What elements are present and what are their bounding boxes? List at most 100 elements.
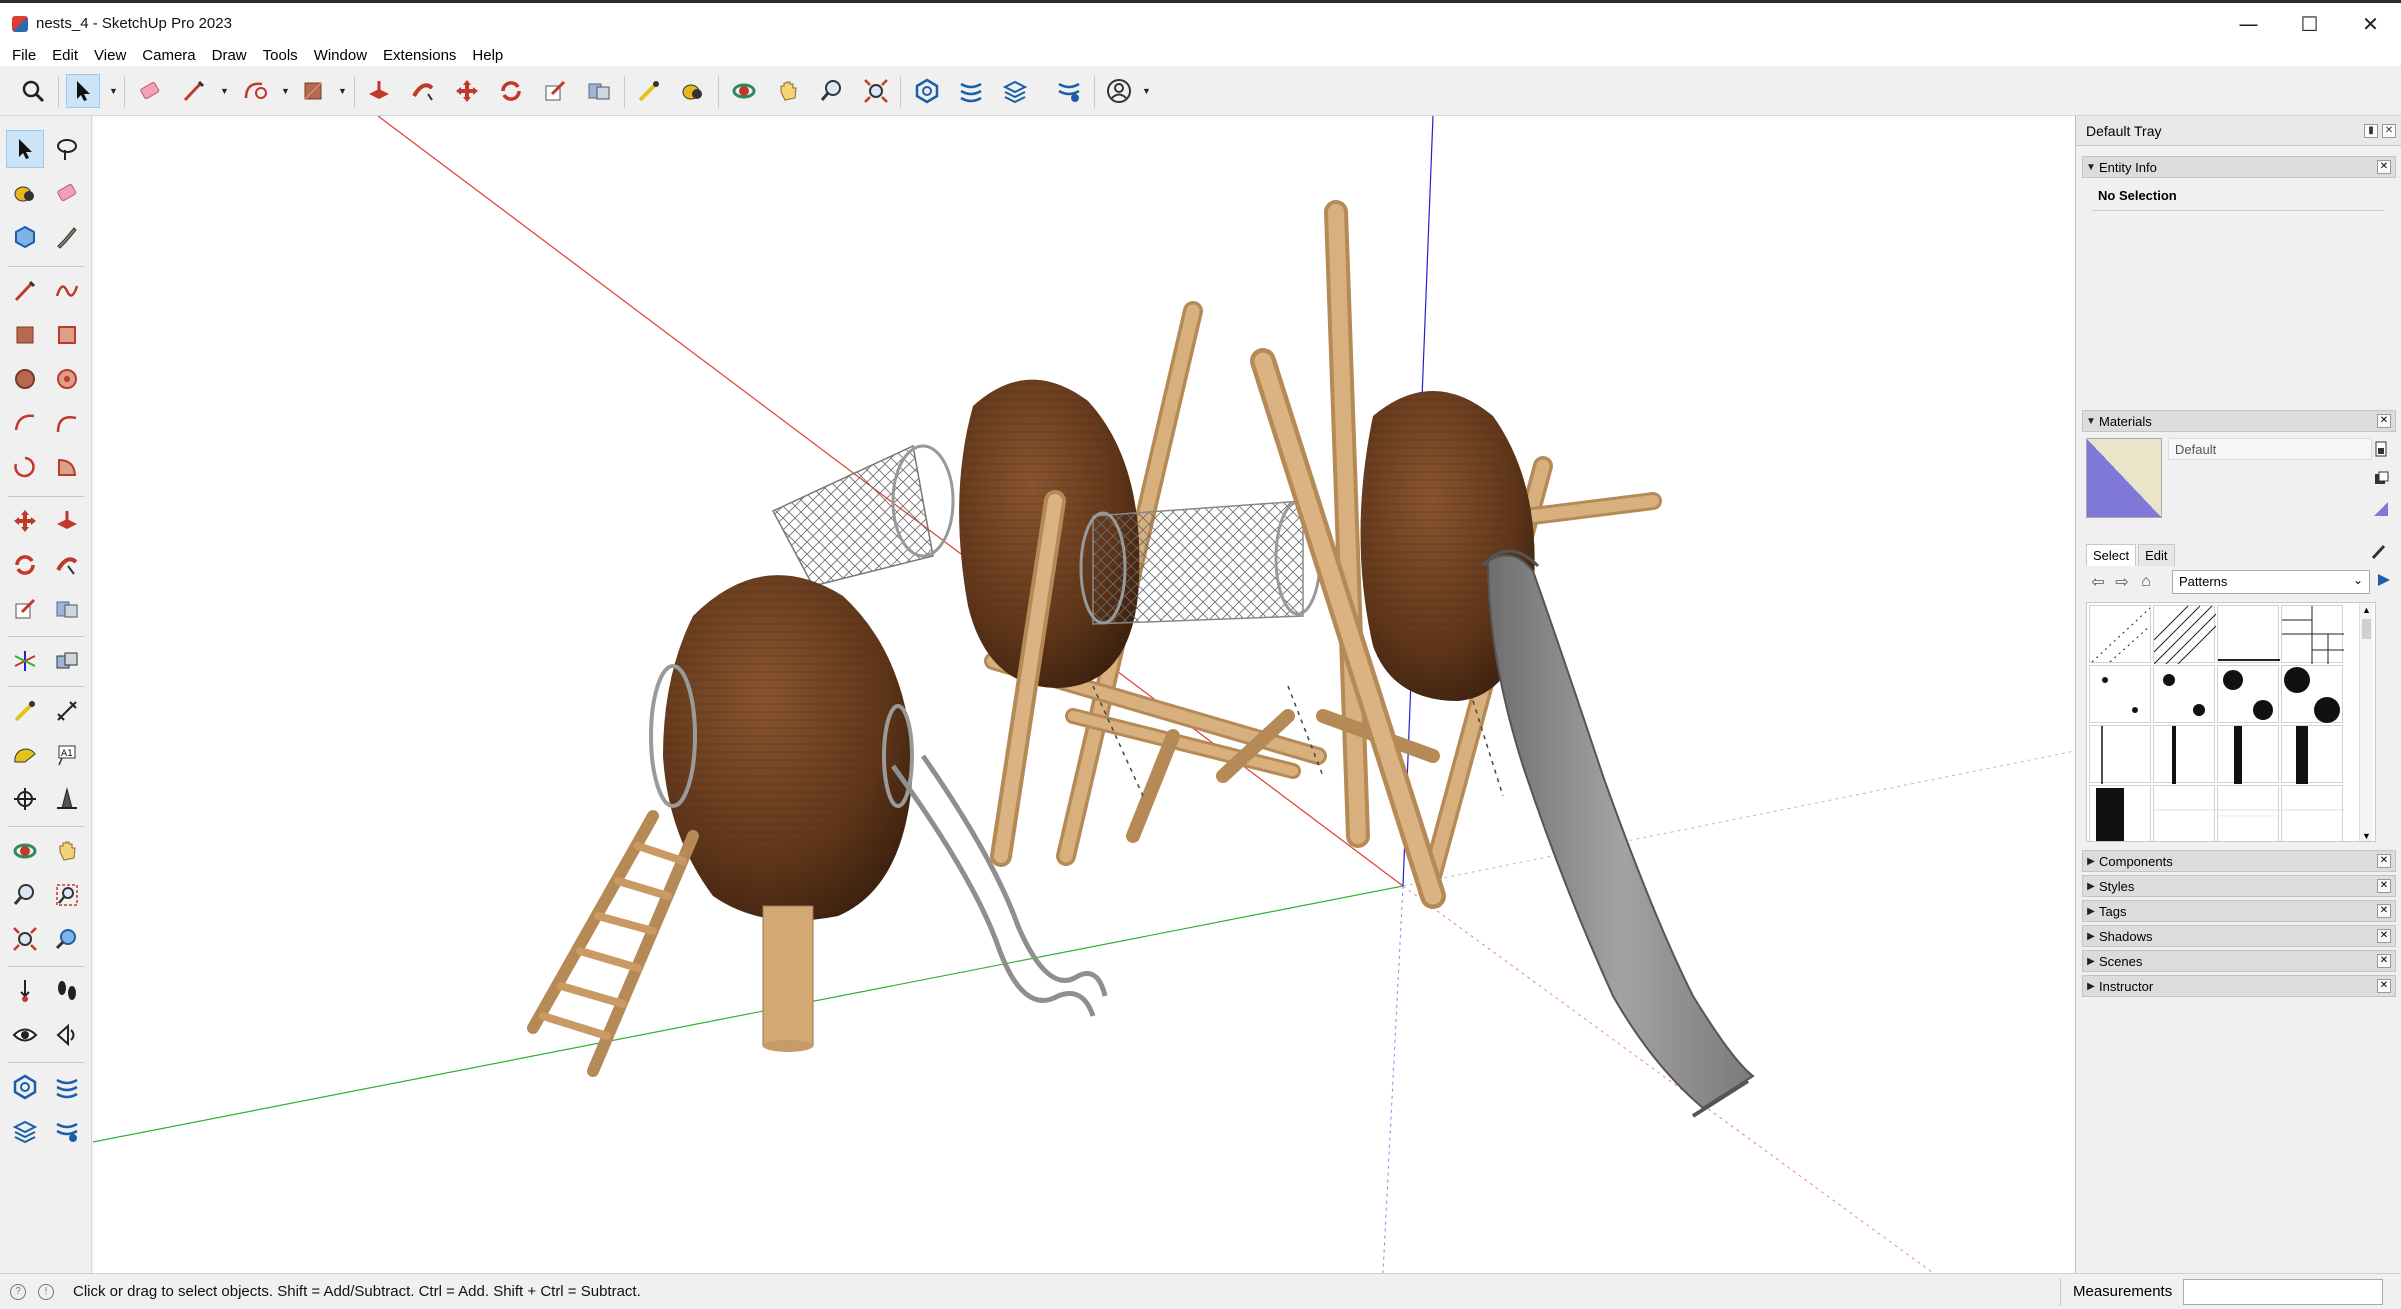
swatch-line-thin[interactable] xyxy=(2089,725,2151,784)
swatch-dots-medium[interactable] xyxy=(2153,665,2215,723)
menu-help[interactable]: Help xyxy=(464,47,511,64)
menu-file[interactable]: File xyxy=(4,47,44,64)
pan-icon[interactable] xyxy=(48,832,86,870)
two-point-arc-icon[interactable] xyxy=(48,404,86,442)
rotate-icon[interactable] xyxy=(494,74,528,108)
swatch-line-thick[interactable] xyxy=(2217,725,2279,784)
warehouse-icon[interactable] xyxy=(6,1068,44,1106)
panel-close-icon[interactable]: ✕ xyxy=(2377,160,2391,174)
default-material-icon[interactable] xyxy=(2372,500,2390,518)
menu-tools[interactable]: Tools xyxy=(255,47,306,64)
scroll-down-icon[interactable]: ▼ xyxy=(2362,831,2371,841)
select-arrow-icon[interactable] xyxy=(66,74,100,108)
rectangle-dropdown-icon[interactable]: ▼ xyxy=(338,86,348,96)
polygon-icon[interactable] xyxy=(48,360,86,398)
menu-extensions[interactable]: Extensions xyxy=(375,47,464,64)
text-icon[interactable]: A1 xyxy=(48,736,86,774)
three-point-arc-icon[interactable] xyxy=(6,448,44,486)
swatch-horizontal-line[interactable] xyxy=(2217,605,2280,663)
arc-dropdown-icon[interactable]: ▼ xyxy=(281,86,291,96)
account-dropdown-icon[interactable]: ▼ xyxy=(1142,86,1152,96)
scenes-header[interactable]: ▶ Scenes ✕ xyxy=(2082,950,2396,972)
protractor-icon[interactable] xyxy=(6,736,44,774)
line-icon[interactable] xyxy=(6,272,44,310)
menu-camera[interactable]: Camera xyxy=(134,47,203,64)
current-material-swatch[interactable] xyxy=(2086,438,2162,518)
back-arrow-icon[interactable]: ⇦ xyxy=(2086,572,2110,592)
swatch-scrollbar[interactable]: ▲ ▼ xyxy=(2359,603,2373,841)
pie-icon[interactable] xyxy=(48,448,86,486)
select-dropdown-icon[interactable]: ▼ xyxy=(109,86,119,96)
panel-close-icon[interactable]: ✕ xyxy=(2377,854,2391,868)
position-camera-icon[interactable] xyxy=(6,972,44,1010)
look-around-icon[interactable] xyxy=(6,1016,44,1054)
follow-me-icon[interactable] xyxy=(48,546,86,584)
lasso-icon[interactable] xyxy=(48,130,86,168)
axis-icon[interactable] xyxy=(6,642,44,680)
offset-icon[interactable] xyxy=(48,590,86,628)
rotated-rectangle-icon[interactable] xyxy=(48,316,86,354)
previous-view-icon[interactable] xyxy=(48,920,86,958)
warehouse-icon[interactable] xyxy=(910,74,944,108)
eraser-icon[interactable] xyxy=(133,74,167,108)
orbit-icon[interactable] xyxy=(727,74,761,108)
swatch-faint-1[interactable] xyxy=(2153,785,2216,841)
minimize-button[interactable]: — xyxy=(2218,3,2279,44)
panel-close-icon[interactable]: ✕ xyxy=(2377,929,2391,943)
move-icon[interactable] xyxy=(6,502,44,540)
menu-view[interactable]: View xyxy=(86,47,134,64)
paint-bucket-icon[interactable] xyxy=(676,74,710,108)
geo-location-icon[interactable]: ? xyxy=(10,1284,26,1300)
zoom-icon[interactable] xyxy=(6,876,44,914)
freehand-icon[interactable] xyxy=(48,272,86,310)
tags-header[interactable]: ▶ Tags ✕ xyxy=(2082,900,2396,922)
extension-manager-icon[interactable] xyxy=(48,1112,86,1150)
follow-me-icon[interactable] xyxy=(406,74,440,108)
panel-close-icon[interactable]: ✕ xyxy=(2377,954,2391,968)
layout-icon[interactable] xyxy=(998,74,1032,108)
swatch-diagonal-dots[interactable] xyxy=(2089,605,2151,663)
swatch-dots-xlarge[interactable] xyxy=(2281,665,2343,723)
panel-close-icon[interactable]: ✕ xyxy=(2377,979,2391,993)
layout-icon[interactable] xyxy=(6,1112,44,1150)
swatch-dots-small[interactable] xyxy=(2089,665,2151,723)
credits-icon[interactable]: ! xyxy=(38,1284,54,1300)
forward-arrow-icon[interactable]: ⇨ xyxy=(2110,572,2134,592)
tape-measure-icon[interactable] xyxy=(632,74,666,108)
scale-icon[interactable] xyxy=(538,74,572,108)
instructor-header[interactable]: ▶ Instructor ✕ xyxy=(2082,975,2396,997)
materials-header[interactable]: ▼ Materials ✕ xyxy=(2082,410,2396,432)
arc-icon[interactable] xyxy=(238,74,272,108)
circle-icon[interactable] xyxy=(6,360,44,398)
pencil-dropdown-icon[interactable]: ▼ xyxy=(220,86,230,96)
scroll-up-icon[interactable]: ▲ xyxy=(2362,605,2371,615)
swatch-block-black[interactable] xyxy=(2089,785,2151,841)
menu-window[interactable]: Window xyxy=(306,47,375,64)
close-button[interactable]: ✕ xyxy=(2340,3,2401,44)
pin-icon[interactable]: ▮ xyxy=(2364,124,2378,138)
home-icon[interactable]: ⌂ xyxy=(2134,573,2158,591)
zoom-extents-icon[interactable] xyxy=(6,920,44,958)
pencil-icon[interactable] xyxy=(177,74,211,108)
tray-close-icon[interactable]: ✕ xyxy=(2382,124,2396,138)
zoom-icon[interactable] xyxy=(815,74,849,108)
search-icon[interactable] xyxy=(16,74,50,108)
tape-measure-icon[interactable] xyxy=(6,692,44,730)
extension-manager-icon[interactable] xyxy=(1052,74,1086,108)
extension-warehouse-icon[interactable] xyxy=(48,1068,86,1106)
details-arrow-icon[interactable] xyxy=(2376,572,2392,592)
scale-icon[interactable] xyxy=(6,590,44,628)
axes-icon[interactable] xyxy=(6,780,44,818)
paint-bucket-icon[interactable] xyxy=(6,174,44,212)
account-icon[interactable] xyxy=(1102,74,1136,108)
section-plane-icon[interactable] xyxy=(48,1016,86,1054)
sample-paint-icon[interactable] xyxy=(2370,542,2388,564)
menu-draw[interactable]: Draw xyxy=(204,47,255,64)
push-pull-icon[interactable] xyxy=(48,502,86,540)
rectangle-icon[interactable] xyxy=(6,316,44,354)
eraser-icon[interactable] xyxy=(48,174,86,212)
rectangle-icon[interactable] xyxy=(296,74,330,108)
pan-icon[interactable] xyxy=(771,74,805,108)
swatch-dots-large[interactable] xyxy=(2217,665,2279,723)
tag-tool-icon[interactable] xyxy=(48,218,86,256)
